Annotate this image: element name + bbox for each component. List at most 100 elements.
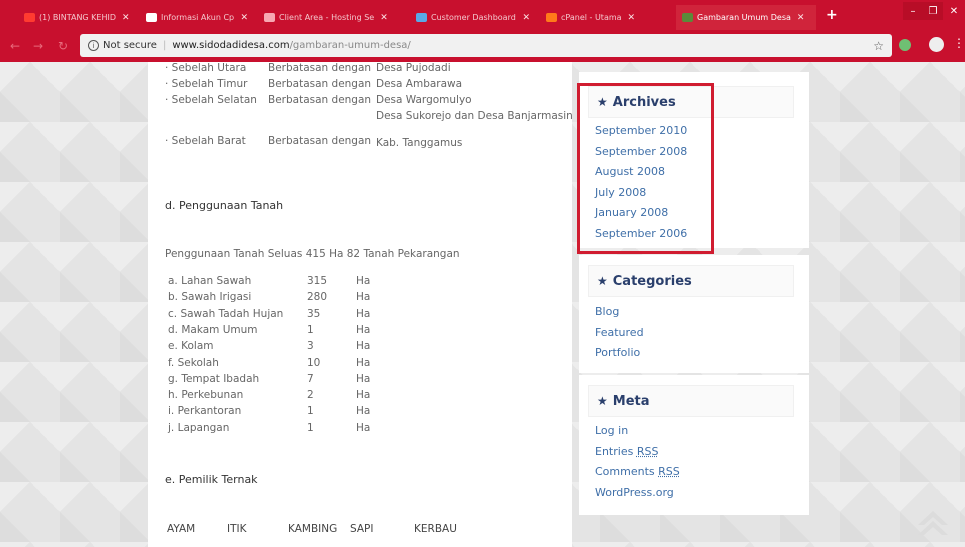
address-bar[interactable]: i Not secure | www.sidodadidesa.com/gamb…: [80, 34, 892, 57]
browser-toolbar: ← → ↻ i Not secure | www.sidodadidesa.co…: [0, 30, 965, 62]
favicon-icon: [546, 13, 557, 22]
livestock-column-header: KAMBING: [288, 523, 338, 535]
sidebar-link[interactable]: Entries RSS: [595, 445, 658, 458]
favicon-icon: [264, 13, 275, 22]
land-use-unit: Ha: [356, 291, 371, 304]
land-use-label: b. Sawah Irigasi: [168, 291, 252, 304]
favicon-icon: [682, 13, 693, 22]
land-use-value: 1: [307, 421, 314, 434]
info-icon[interactable]: i: [88, 40, 99, 51]
border-neighbor: Kab. Tanggamus: [376, 137, 463, 149]
profile-icon[interactable]: [929, 37, 944, 52]
border-relation: Berbatasan dengan: [268, 62, 372, 74]
border-neighbor: Desa Pujodadi: [376, 62, 451, 74]
browser-tab[interactable]: Informasi Akun Cpanel ✕: [140, 5, 254, 30]
land-use-label: i. Perkantoran: [168, 405, 242, 418]
sidebar-link[interactable]: Blog: [595, 305, 619, 318]
land-use-label: j. Lapangan: [168, 421, 230, 434]
menu-icon[interactable]: ⋮: [953, 36, 965, 50]
land-use-value: 35: [307, 307, 321, 320]
meta-widget: ★ Meta Log in Entries RSS Comments RSS Word…: [579, 375, 809, 515]
tab-title: Client Area - Hosting Se: [279, 13, 375, 22]
livestock-column-header: KERBAU: [414, 523, 457, 535]
tab-close-icon[interactable]: ✕: [797, 13, 805, 23]
favicon-icon: [24, 13, 35, 22]
border-relation: Berbatasan dengan: [268, 135, 372, 147]
new-tab-button[interactable]: +: [826, 7, 838, 23]
article-content: · Sebelah Utara Berbatasan dengan Desa Puj…: [148, 62, 573, 547]
minimize-button[interactable]: –: [903, 2, 923, 20]
land-use-value: 1: [307, 405, 314, 418]
land-use-label: h. Perkebunan: [168, 389, 244, 402]
star-icon: ★: [597, 394, 608, 408]
land-use-unit: Ha: [356, 340, 371, 353]
land-use-heading: d. Penggunaan Tanah: [165, 199, 284, 212]
browser-tab[interactable]: Gambaran Umum Desa ✕: [676, 5, 816, 30]
forward-icon[interactable]: →: [33, 39, 43, 53]
border-side: · Sebelah Selatan: [165, 94, 257, 106]
border-neighbor: Desa Ambarawa: [376, 78, 463, 90]
scroll-to-top-icon[interactable]: [916, 507, 950, 541]
favicon-icon: [146, 13, 157, 22]
categories-title-text: Categories: [612, 273, 692, 289]
sidebar-link[interactable]: Log in: [595, 424, 628, 437]
land-use-unit: Ha: [356, 307, 371, 320]
categories-widget: ★ Categories Blog Featured Portfolio: [579, 255, 809, 373]
tab-close-icon[interactable]: ✕: [122, 13, 130, 23]
border-side: · Sebelah Barat: [165, 135, 246, 147]
tab-title: cPanel - Utama: [561, 13, 622, 22]
land-use-summary: Penggunaan Tanah Seluas 415 Ha 82 Tanah …: [165, 248, 460, 260]
land-use-unit: Ha: [356, 372, 371, 385]
tab-strip: (1) BINTANG KEHID ✕ Informasi Akun Cpanel ✕…: [0, 0, 965, 30]
star-icon: ★: [597, 274, 608, 288]
bookmark-star-icon[interactable]: ☆: [873, 39, 884, 53]
categories-title: ★ Categories: [588, 265, 794, 297]
meta-title: ★ Meta: [588, 385, 794, 417]
land-use-value: 315: [307, 275, 328, 287]
tab-close-icon[interactable]: ✕: [628, 13, 636, 23]
url-host: www.sidodadidesa.com: [172, 40, 290, 51]
land-use-value: 10: [307, 356, 321, 369]
land-use-unit: Ha: [356, 405, 371, 418]
browser-tab[interactable]: cPanel - Utama ✕: [540, 5, 672, 30]
border-side: · Sebelah Timur: [165, 78, 248, 90]
security-label: Not secure: [103, 40, 157, 51]
tab-title: Informasi Akun Cpanel: [161, 13, 235, 22]
livestock-column-header: ITIK: [227, 523, 247, 535]
sidebar-link[interactable]: Comments RSS: [595, 465, 680, 478]
livestock-column-header: AYAM: [167, 523, 196, 535]
close-window-button[interactable]: ✕: [943, 2, 965, 20]
land-use-value: 7: [307, 372, 314, 385]
border-relation: Berbatasan dengan: [268, 94, 372, 106]
land-use-unit: Ha: [356, 323, 371, 336]
favicon-icon: [416, 13, 427, 22]
land-use-value: 2: [307, 389, 314, 402]
tab-close-icon[interactable]: ✕: [380, 13, 388, 23]
tab-title: Gambaran Umum Desa: [697, 13, 791, 22]
browser-tab[interactable]: Client Area - Hosting Se ✕: [258, 5, 406, 30]
sidebar-link[interactable]: WordPress.org: [595, 486, 674, 499]
tab-title: (1) BINTANG KEHID: [39, 13, 117, 22]
tab-close-icon[interactable]: ✕: [240, 13, 248, 23]
reload-icon[interactable]: ↻: [58, 39, 68, 53]
sidebar-link[interactable]: Portfolio: [595, 346, 640, 359]
tab-close-icon[interactable]: ✕: [522, 13, 530, 23]
border-neighbor: Desa Sukorejo dan Desa Banjarmasin: [376, 110, 573, 122]
land-use-unit: Ha: [356, 356, 371, 369]
extension-icon[interactable]: [899, 39, 911, 51]
sidebar-link[interactable]: Featured: [595, 326, 644, 339]
archives-highlight-box: [577, 83, 714, 254]
maximize-button[interactable]: ❐: [923, 2, 943, 20]
land-use-value: 280: [307, 291, 328, 304]
tab-title: Customer Dashboard -: [431, 13, 517, 22]
browser-tab[interactable]: (1) BINTANG KEHID ✕: [18, 5, 136, 30]
land-use-label: a. Lahan Sawah: [168, 275, 252, 287]
border-side: · Sebelah Utara: [165, 62, 247, 74]
land-use-unit: Ha: [356, 421, 371, 434]
meta-title-text: Meta: [612, 393, 650, 409]
land-use-value: 3: [307, 340, 314, 353]
land-use-value: 1: [307, 323, 314, 336]
browser-tab[interactable]: Customer Dashboard - ✕: [410, 5, 536, 30]
land-use-unit: Ha: [356, 275, 371, 287]
back-icon[interactable]: ←: [10, 39, 20, 53]
